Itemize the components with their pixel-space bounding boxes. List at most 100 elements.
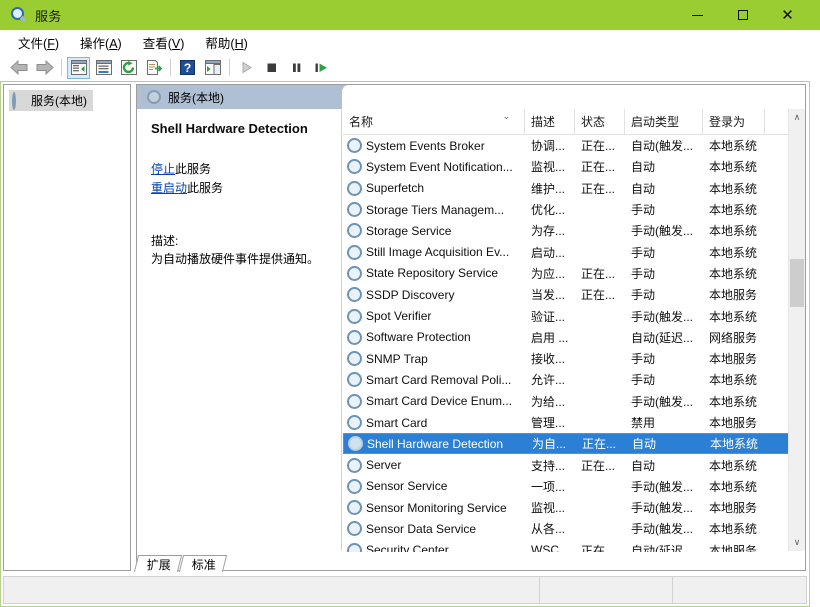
cell-startup-type: 自动(延迟... [625,542,703,552]
service-name-label: Smart Card [366,416,427,430]
back-arrow-icon[interactable] [8,57,31,79]
menu-help[interactable]: 帮助(H) [196,30,256,55]
cell-startup-type: 手动 [625,286,703,303]
table-row[interactable]: Smart Card Removal Poli...允许...手动本地系统 [343,369,805,390]
scrollbar-thumb[interactable] [790,259,804,307]
stop-service-icon[interactable] [260,57,283,79]
stop-service-suffix: 此服务 [175,162,211,176]
table-row[interactable]: Sensor Monitoring Service监视...手动(触发...本地… [343,497,805,518]
service-gear-icon [347,330,362,345]
restart-service-link[interactable]: 重启动 [151,181,187,195]
cell-description: 允许... [525,371,575,388]
column-header-description[interactable]: 描述 [525,109,575,134]
cell-name: Storage Tiers Managem... [343,202,525,217]
table-row[interactable]: Software Protection启用 ...自动(延迟...网络服务 [343,327,805,348]
cell-description: 支持... [525,457,575,474]
stop-service-link-row: 停止此服务 [151,160,331,179]
service-name-label: State Repository Service [366,266,498,280]
cell-name: Smart Card Removal Poli... [343,372,525,387]
cell-name: State Repository Service [343,266,525,281]
restart-service-icon[interactable] [310,57,333,79]
console-tree-pane: 服务(本地) [3,84,131,571]
cell-startup-type: 手动 [625,350,703,367]
service-gear-icon [347,202,362,217]
tree-item-label: 服务(本地) [31,92,87,109]
properties-icon[interactable] [92,57,115,79]
services-node-icon [12,94,26,108]
scroll-up-arrow-icon[interactable]: ∧ [789,109,805,126]
forward-arrow-icon[interactable] [33,57,56,79]
list-vertical-scrollbar[interactable]: ∧ ∨ [788,109,805,551]
table-row[interactable]: Security CenterWSC...正在...自动(延迟...本地服务 [343,540,805,552]
cell-name: Still Image Acquisition Ev... [343,245,525,260]
table-row[interactable]: Smart Card Device Enum...为给...手动(触发...本地… [343,391,805,412]
tree-item-services-local[interactable]: 服务(本地) [9,90,93,111]
column-header-startup-type[interactable]: 启动类型 [625,109,703,134]
table-row[interactable]: Sensor Service一项...手动(触发...本地系统 [343,476,805,497]
cell-logon-as: 本地系统 [703,393,765,410]
cell-logon-as: 本地系统 [703,265,765,282]
tab-standard[interactable]: 标准 [179,555,227,572]
description-label: 描述: [151,232,331,250]
table-row[interactable]: State Repository Service为应...正在...手动本地系统 [343,263,805,284]
menu-file[interactable]: 文件(F) [9,30,68,55]
service-name-label: Software Protection [366,330,471,344]
tab-extended[interactable]: 扩展 [134,555,182,572]
table-row[interactable]: Spot Verifier验证...手动(触发...本地系统 [343,305,805,326]
show-action-pane-icon[interactable] [201,57,224,79]
cell-description: 接收... [525,350,575,367]
table-row[interactable]: Storage Tiers Managem...优化...手动本地系统 [343,199,805,220]
svg-text:?: ? [184,61,191,75]
cell-startup-type: 手动(触发... [625,222,703,239]
menu-view[interactable]: 查看(V) [134,30,194,55]
cell-logon-as: 本地系统 [703,222,765,239]
table-row[interactable]: System Event Notification...监视...正在...自动… [343,156,805,177]
column-header-status[interactable]: 状态 [575,109,625,134]
table-row[interactable]: Sensor Data Service从各...手动(触发...本地系统 [343,518,805,539]
cell-startup-type: 自动 [625,158,703,175]
cell-logon-as: 本地服务 [703,499,765,516]
selected-service-title: Shell Hardware Detection [151,121,331,138]
table-row[interactable]: Superfetch维护...正在...自动本地系统 [343,178,805,199]
maximize-button[interactable] [720,0,765,30]
minimize-button[interactable] [675,0,720,30]
cell-logon-as: 本地系统 [703,371,765,388]
service-gear-icon [347,394,362,409]
pause-service-icon[interactable] [285,57,308,79]
stop-service-link[interactable]: 停止 [151,162,175,176]
table-row[interactable]: Shell Hardware Detection为自...正在...自动本地系统 [343,433,805,454]
services-node-icon [147,90,161,104]
cell-startup-type: 手动(触发... [625,499,703,516]
scroll-down-arrow-icon[interactable]: ∨ [789,534,805,551]
menu-action[interactable]: 操作(A) [71,30,131,55]
export-list-icon[interactable] [142,57,165,79]
cell-name: Sensor Service [343,479,525,494]
column-header-logon-as[interactable]: 登录为 [703,109,765,134]
service-name-label: Storage Tiers Managem... [366,203,504,217]
cell-logon-as: 本地系统 [703,201,765,218]
cell-status: 正在... [575,265,625,282]
column-header-name[interactable]: 名称 ⌄ [343,109,525,134]
table-row[interactable]: SSDP Discovery当发...正在...手动本地服务 [343,284,805,305]
cell-description: 启用 ... [525,329,575,346]
services-window: 服务 ✕ 文件(F) 操作(A) 查看(V) 帮助(H) [0,0,820,607]
start-service-icon[interactable] [235,57,258,79]
table-row[interactable]: Still Image Acquisition Ev...启动...手动本地系统 [343,241,805,262]
table-row[interactable]: Server支持...正在...自动本地系统 [343,454,805,475]
restart-service-link-row: 重启动此服务 [151,179,331,198]
pane-header: 服务(本地) [137,85,805,109]
table-row[interactable]: System Events Broker协调...正在...自动(触发...本地… [343,135,805,156]
cell-logon-as: 本地系统 [703,308,765,325]
cell-description: 监视... [525,158,575,175]
cell-logon-as: 本地服务 [703,286,765,303]
table-row[interactable]: Smart Card管理...禁用本地服务 [343,412,805,433]
cell-startup-type: 自动 [626,435,704,452]
show-console-tree-icon[interactable] [67,57,90,79]
help-icon[interactable]: ? [176,57,199,79]
table-row[interactable]: Storage Service为存...手动(触发...本地系统 [343,220,805,241]
refresh-icon[interactable] [117,57,140,79]
table-row[interactable]: SNMP Trap接收...手动本地服务 [343,348,805,369]
close-button[interactable]: ✕ [765,0,810,30]
service-gear-icon [347,138,362,153]
cell-status: 正在... [575,457,625,474]
